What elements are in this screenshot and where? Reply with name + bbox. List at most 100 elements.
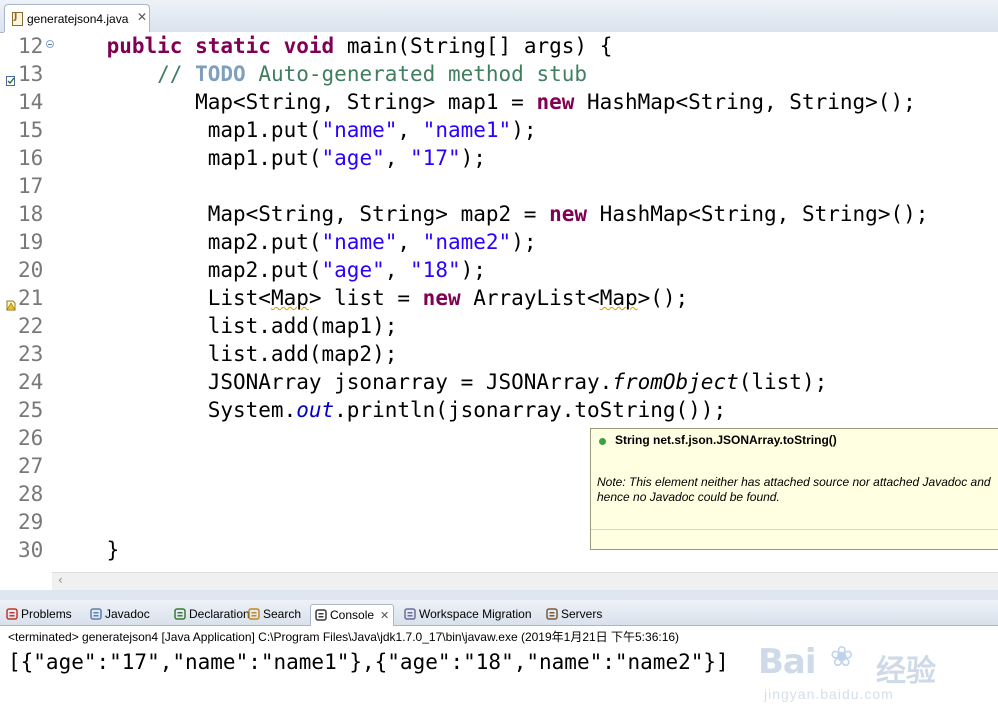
console-output: [{"age":"17","name":"name1"},{"age":"18"… (8, 650, 729, 674)
code-token: , (384, 258, 411, 282)
code-token: HashMap<String, String>(); (574, 90, 916, 114)
close-icon[interactable]: ✕ (380, 609, 389, 622)
line-number: 24 (18, 370, 44, 394)
string-token: "age" (321, 258, 385, 282)
declaration-icon (174, 606, 186, 620)
code-line[interactable]: 21 List<Map> list = new ArrayList<Map>()… (4, 284, 998, 312)
code-token: list.add(map1); (56, 314, 398, 338)
line-number: 16 (18, 146, 44, 170)
code-token: (list); (738, 370, 828, 394)
line-number: 17 (18, 174, 44, 198)
code-token: > list = (308, 286, 423, 310)
tab-declaration[interactable]: Declaration (174, 604, 250, 626)
code-text: list.add(map1); (56, 312, 398, 340)
code-token: ArrayList< (460, 286, 600, 310)
fold-toggle-icon[interactable] (46, 40, 54, 48)
code-text: } (56, 536, 120, 564)
line-number: 27 (18, 454, 44, 478)
code-token: >(); (637, 286, 689, 310)
comment-token: Auto-generated method stub (245, 62, 588, 86)
workspace-migration-icon (404, 606, 416, 620)
code-line[interactable]: 19 map2.put("name", "name2"); (4, 228, 998, 256)
tooltip-note: Note: This element neither has attached … (597, 475, 991, 504)
comment-token: // (157, 62, 196, 86)
code-token: list.add(map2); (56, 342, 398, 366)
code-text: map1.put("age", "17"); (56, 144, 486, 172)
line-number: 29 (18, 510, 44, 534)
tab-label: Servers (561, 607, 603, 621)
tooltip-divider (591, 529, 998, 530)
javadoc-hover-tooltip: String net.sf.json.JSONArray.toString() … (590, 428, 998, 550)
code-token: Map (270, 286, 309, 310)
code-token: map2.put( (56, 258, 322, 282)
code-line[interactable]: 12 public static void main(String[] args… (4, 32, 998, 60)
code-token: , (397, 118, 423, 142)
code-token: ); (511, 118, 537, 142)
tab-search[interactable]: Search (248, 604, 301, 626)
code-token: map1.put( (56, 118, 322, 142)
search-icon (248, 606, 260, 620)
horizontal-scrollbar[interactable]: ‹ (52, 572, 998, 590)
code-line[interactable]: 22 list.add(map1); (4, 312, 998, 340)
code-line[interactable]: 23 list.add(map2); (4, 340, 998, 368)
code-token: map1.put( (56, 146, 322, 170)
public-method-icon (599, 438, 606, 445)
code-line[interactable]: 14 Map<String, String> map1 = new HashMa… (4, 88, 998, 116)
line-number: 28 (18, 482, 44, 506)
code-text: Map<String, String> map1 = new HashMap<S… (56, 88, 916, 116)
tab-console[interactable]: Console ✕ (310, 604, 395, 626)
warning-marker-icon[interactable] (6, 290, 16, 311)
code-token: } (56, 538, 120, 562)
line-number: 14 (18, 90, 44, 114)
line-number: 30 (18, 538, 44, 562)
editor-tab-label: generatejson4.java (27, 12, 129, 26)
tab-problems[interactable]: Problems (6, 604, 72, 626)
code-text: List<Map> list = new ArrayList<Map>(); (56, 284, 689, 312)
line-number: 26 (18, 426, 44, 450)
code-token: , (397, 230, 423, 254)
string-token: "name" (321, 118, 398, 142)
scroll-left-icon[interactable]: ‹ (58, 573, 63, 587)
line-number: 12 (18, 34, 44, 58)
code-token: .println(jsonarray.toString()); (334, 398, 727, 422)
code-line[interactable]: 25 System.out.println(jsonarray.toString… (4, 396, 998, 424)
code-line[interactable]: 18 Map<String, String> map2 = new HashMa… (4, 200, 998, 228)
task-marker-icon[interactable] (6, 66, 16, 86)
javadoc-icon (90, 606, 102, 620)
code-line[interactable]: 16 map1.put("age", "17"); (4, 144, 998, 172)
code-line[interactable]: 15 map1.put("name", "name1"); (4, 116, 998, 144)
string-token: "18" (410, 258, 461, 282)
code-line[interactable]: 13 // TODO Auto-generated method stub (4, 60, 998, 88)
tab-servers[interactable]: Servers (546, 604, 602, 626)
code-text: map2.put("age", "18"); (56, 256, 486, 284)
code-token: fromObject (612, 370, 739, 394)
tab-label: Console (330, 608, 375, 622)
code-line[interactable]: 17 (4, 172, 998, 200)
code-token: System. (56, 398, 297, 422)
panel-divider (0, 590, 998, 600)
line-number: 13 (18, 62, 44, 86)
code-line[interactable]: 20 map2.put("age", "18"); (4, 256, 998, 284)
line-number: 20 (18, 258, 44, 282)
code-token: ); (460, 258, 486, 282)
code-text: System.out.println(jsonarray.toString())… (56, 396, 726, 424)
console-icon (315, 607, 327, 621)
editor-tab-generatejson4[interactable]: generatejson4.java ✕ (4, 4, 150, 32)
servers-icon (546, 606, 558, 620)
tab-label: Declaration (189, 607, 250, 621)
tooltip-header: String net.sf.json.JSONArray.toString() (615, 433, 837, 447)
console-status: <terminated> generatejson4 [Java Applica… (8, 630, 680, 644)
code-token: JSONArray jsonarray = JSONArray. (56, 370, 613, 394)
tab-javadoc[interactable]: Javadoc (90, 604, 150, 626)
tab-workspace-migration[interactable]: Workspace Migration (404, 604, 532, 626)
code-line[interactable]: 24 JSONArray jsonarray = JSONArray.fromO… (4, 368, 998, 396)
problems-icon (6, 606, 18, 620)
string-token: "name1" (422, 118, 512, 142)
bottom-panel-tabs: Problems Javadoc Declaration Search Console ✕… (0, 600, 998, 626)
close-icon[interactable]: ✕ (137, 10, 147, 24)
keyword-token: new (549, 202, 588, 226)
line-number: 21 (18, 286, 44, 310)
code-token: List< (56, 286, 271, 310)
